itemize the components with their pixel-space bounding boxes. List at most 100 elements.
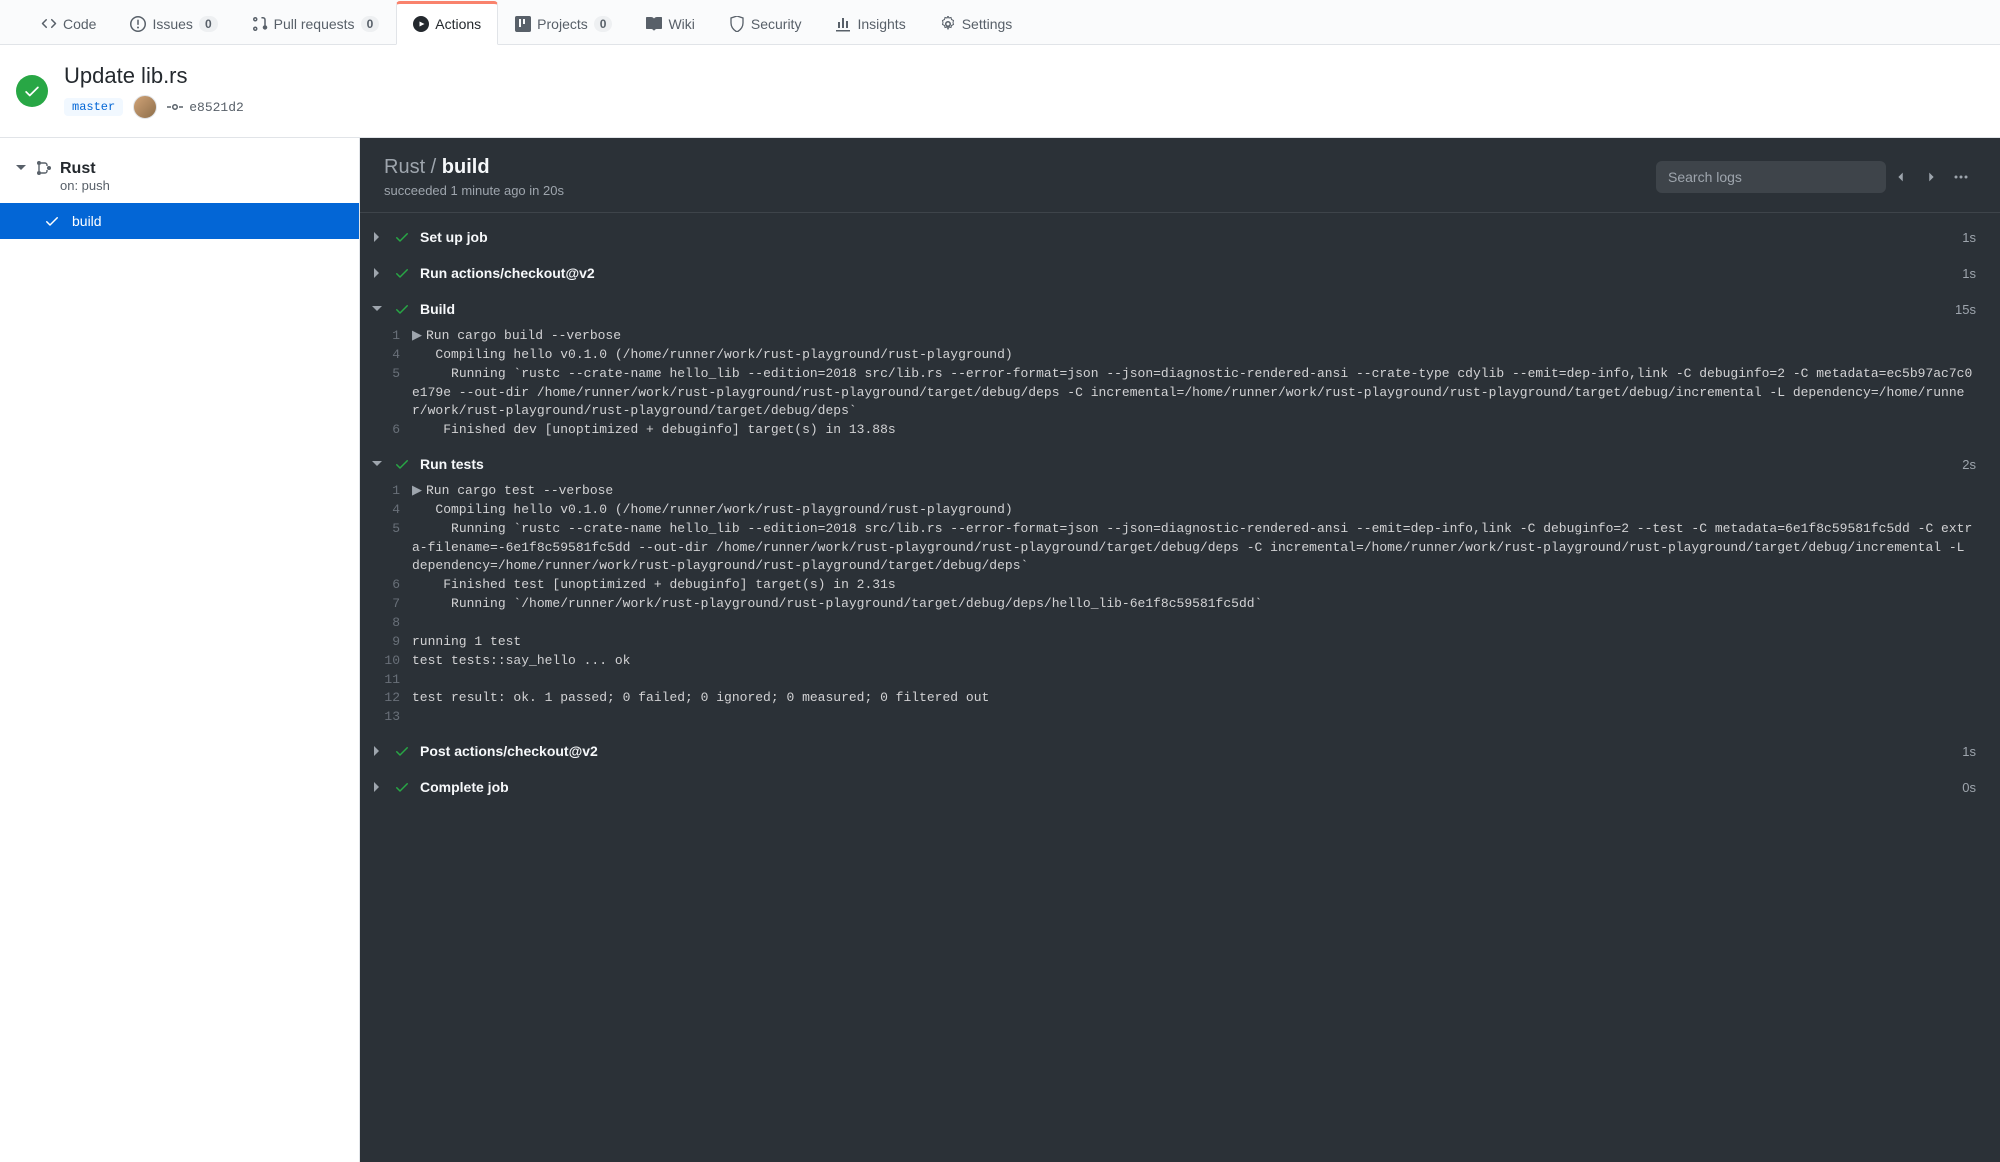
log-breadcrumb: Rust / build bbox=[384, 156, 564, 179]
line-number: 9 bbox=[384, 633, 412, 652]
log-line: 4 Compiling hello v0.1.0 (/home/runner/w… bbox=[384, 346, 1976, 365]
step-duration: 1s bbox=[1962, 230, 1976, 245]
line-text: test tests::say_hello ... ok bbox=[412, 652, 1976, 671]
check-icon bbox=[394, 456, 410, 472]
line-number: 12 bbox=[384, 689, 412, 708]
step-row[interactable]: Post actions/checkout@v21s bbox=[360, 733, 2000, 769]
prev-button[interactable] bbox=[1886, 162, 1916, 192]
step-row[interactable]: Run actions/checkout@v2 1s bbox=[360, 255, 2000, 291]
workflow-header[interactable]: Rust on: push bbox=[0, 150, 359, 203]
line-number: 4 bbox=[384, 346, 412, 365]
job-row-build[interactable]: build bbox=[0, 203, 359, 239]
tab-issues[interactable]: Issues 0 bbox=[113, 1, 234, 45]
kebab-icon bbox=[1953, 169, 1969, 185]
tab-issues-label: Issues bbox=[152, 16, 192, 32]
step-row[interactable]: Run tests2s bbox=[360, 446, 2000, 482]
step-row[interactable]: Set up job 1s bbox=[360, 219, 2000, 255]
search-logs-input[interactable] bbox=[1656, 161, 1886, 193]
log-output: 1▶Run cargo build --verbose4 Compiling h… bbox=[360, 327, 2000, 446]
log-header: Rust / build succeeded 1 minute ago in 2… bbox=[360, 138, 2000, 213]
run-header: Update lib.rs master e8521d2 bbox=[0, 45, 2000, 138]
log-line: 10test tests::say_hello ... ok bbox=[384, 652, 1976, 671]
tab-settings[interactable]: Settings bbox=[923, 1, 1030, 45]
line-text: Finished dev [unoptimized + debuginfo] t… bbox=[412, 421, 1976, 440]
issue-icon bbox=[130, 16, 146, 32]
line-text: Compiling hello v0.1.0 (/home/runner/wor… bbox=[412, 501, 1976, 520]
chevron-right-icon bbox=[372, 743, 384, 759]
chevron-right-icon: ▶ bbox=[412, 328, 422, 343]
log-line: 5 Running `rustc --crate-name hello_lib … bbox=[384, 365, 1976, 422]
steps-list: Set up job 1s Run actions/checkout@v2 1s Bui… bbox=[360, 213, 2000, 1162]
step-name: Build bbox=[420, 301, 1945, 317]
line-number: 13 bbox=[384, 708, 412, 727]
line-text: Running `/home/runner/work/rust-playgrou… bbox=[412, 595, 1976, 614]
step-duration: 15s bbox=[1955, 302, 1976, 317]
line-text: ▶Run cargo build --verbose bbox=[412, 327, 1976, 346]
log-line: 5 Running `rustc --crate-name hello_lib … bbox=[384, 520, 1976, 577]
log-pane: Rust / build succeeded 1 minute ago in 2… bbox=[360, 138, 2000, 1162]
chevron-right-icon bbox=[372, 265, 384, 281]
line-number: 10 bbox=[384, 652, 412, 671]
commit-icon bbox=[167, 99, 183, 115]
chevron-left-icon bbox=[1894, 170, 1908, 184]
log-line: 1▶Run cargo build --verbose bbox=[384, 327, 1976, 346]
code-icon bbox=[41, 16, 57, 32]
step-name: Complete job bbox=[420, 779, 1952, 795]
check-icon bbox=[394, 301, 410, 317]
tab-projects[interactable]: Projects 0 bbox=[498, 1, 629, 45]
commit-link[interactable]: e8521d2 bbox=[167, 99, 244, 115]
pulls-count: 0 bbox=[361, 16, 380, 32]
chevron-down-icon bbox=[16, 160, 28, 176]
line-number: 8 bbox=[384, 614, 412, 633]
step-name: Post actions/checkout@v2 bbox=[420, 743, 1952, 759]
log-line: 12test result: ok. 1 passed; 0 failed; 0… bbox=[384, 689, 1976, 708]
chevron-right-icon bbox=[1924, 170, 1938, 184]
log-line: 4 Compiling hello v0.1.0 (/home/runner/w… bbox=[384, 501, 1976, 520]
tab-code[interactable]: Code bbox=[24, 1, 113, 45]
step-row[interactable]: Complete job0s bbox=[360, 769, 2000, 805]
line-number: 5 bbox=[384, 520, 412, 577]
line-number: 7 bbox=[384, 595, 412, 614]
book-icon bbox=[646, 16, 662, 32]
tab-insights-label: Insights bbox=[857, 16, 905, 32]
step-name: Set up job bbox=[420, 229, 1952, 245]
tab-actions[interactable]: Actions bbox=[396, 1, 498, 45]
shield-icon bbox=[729, 16, 745, 32]
log-line: 8 bbox=[384, 614, 1976, 633]
log-line: 7 Running `/home/runner/work/rust-playgr… bbox=[384, 595, 1976, 614]
check-icon bbox=[394, 779, 410, 795]
tab-projects-label: Projects bbox=[537, 16, 588, 32]
chevron-down-icon bbox=[372, 301, 384, 317]
line-text: Finished test [unoptimized + debuginfo] … bbox=[412, 576, 1976, 595]
tab-pull-requests[interactable]: Pull requests 0 bbox=[235, 1, 397, 45]
kebab-menu-button[interactable] bbox=[1946, 162, 1976, 192]
avatar[interactable] bbox=[133, 95, 157, 119]
step-name: Run actions/checkout@v2 bbox=[420, 265, 1952, 281]
tab-actions-label: Actions bbox=[435, 16, 481, 32]
job-name: build bbox=[72, 213, 102, 229]
line-number: 4 bbox=[384, 501, 412, 520]
check-icon bbox=[44, 213, 60, 229]
workflow-name: Rust bbox=[60, 160, 110, 178]
line-text: Compiling hello v0.1.0 (/home/runner/wor… bbox=[412, 346, 1976, 365]
step-row[interactable]: Build 15s bbox=[360, 291, 2000, 327]
check-icon bbox=[394, 265, 410, 281]
tab-security[interactable]: Security bbox=[712, 1, 819, 45]
line-text: test result: ok. 1 passed; 0 failed; 0 i… bbox=[412, 689, 1976, 708]
tab-insights[interactable]: Insights bbox=[818, 1, 922, 45]
step-duration: 1s bbox=[1962, 266, 1976, 281]
next-button[interactable] bbox=[1916, 162, 1946, 192]
tab-code-label: Code bbox=[63, 16, 96, 32]
log-line: 1▶Run cargo test --verbose bbox=[384, 482, 1976, 501]
tab-pulls-label: Pull requests bbox=[274, 16, 355, 32]
tab-settings-label: Settings bbox=[962, 16, 1013, 32]
projects-count: 0 bbox=[594, 16, 613, 32]
tab-wiki-label: Wiki bbox=[668, 16, 694, 32]
log-line: 6 Finished test [unoptimized + debuginfo… bbox=[384, 576, 1976, 595]
play-icon bbox=[413, 16, 429, 32]
branch-chip[interactable]: master bbox=[64, 98, 123, 116]
line-number: 6 bbox=[384, 576, 412, 595]
line-text: ▶Run cargo test --verbose bbox=[412, 482, 1976, 501]
tab-wiki[interactable]: Wiki bbox=[629, 1, 711, 45]
check-icon bbox=[394, 229, 410, 245]
